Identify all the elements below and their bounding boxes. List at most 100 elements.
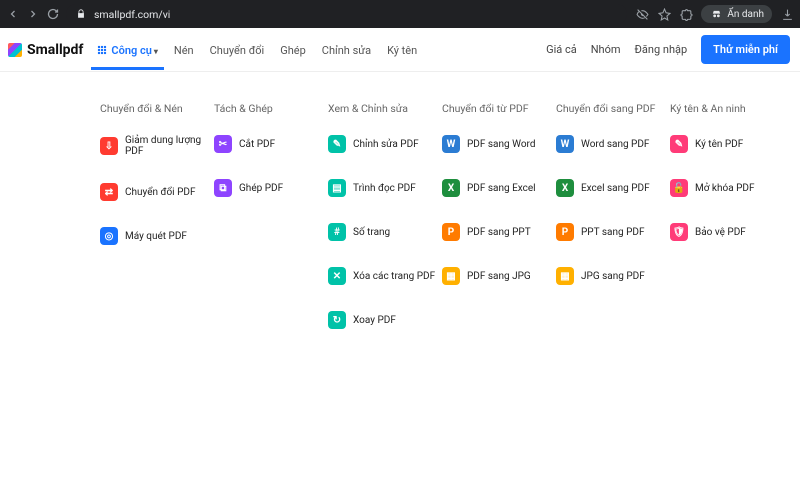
column-header: Chuyển đổi sang PDF xyxy=(556,102,668,115)
column-header: Ký tên & An ninh xyxy=(670,102,782,115)
link-pricing[interactable]: Giá cả xyxy=(546,43,577,56)
tool-item[interactable]: W Word sang PDF xyxy=(556,135,668,153)
tool-item[interactable]: PPPT sang PDF xyxy=(556,223,668,241)
tool-item[interactable]: #Số trang xyxy=(328,223,440,241)
lock-icon xyxy=(74,7,88,21)
tool-item[interactable]: ⇩ Giảm dung lượng PDF xyxy=(100,135,212,157)
back-icon[interactable] xyxy=(6,7,20,21)
tool-item[interactable]: ◎ Máy quét PDF xyxy=(100,227,212,245)
tool-icon: 🛡 xyxy=(670,223,688,241)
tool-item[interactable]: ✎ Ký tên PDF xyxy=(670,135,782,153)
tool-icon: ◎ xyxy=(100,227,118,245)
url-text: smallpdf.com/vi xyxy=(94,8,170,21)
tool-icon: ▦ xyxy=(442,267,460,285)
tool-label: Chuyển đổi PDF xyxy=(125,187,196,198)
nav-tools[interactable]: Công cụ▾ xyxy=(95,30,159,69)
address-bar[interactable]: smallpdf.com/vi xyxy=(66,4,627,24)
tool-item[interactable]: ✕ Xóa các trang PDF xyxy=(328,267,440,285)
tool-label: Word sang PDF xyxy=(581,139,649,150)
nav-compress[interactable]: Nén xyxy=(172,30,196,69)
column-header: Xem & Chỉnh sửa xyxy=(328,102,440,115)
site-header: Smallpdf Công cụ▾ Nén Chuyển đổi Ghép Ch… xyxy=(0,28,800,72)
tool-icon: X xyxy=(556,179,574,197)
cta-trial-button[interactable]: Thử miễn phí xyxy=(701,35,790,64)
tool-item[interactable]: WPDF sang Word xyxy=(442,135,554,153)
tool-label: Bảo vệ PDF xyxy=(695,227,746,238)
tool-icon: ⧉ xyxy=(214,179,232,197)
tool-label: Chỉnh sửa PDF xyxy=(353,139,419,150)
chevron-down-icon: ▾ xyxy=(154,47,158,56)
tools-column: Chuyển đổi sang PDF W Word sang PDF X Excel … xyxy=(556,102,668,355)
tool-label: Xóa các trang PDF xyxy=(353,271,435,282)
brand-logo[interactable]: Smallpdf xyxy=(8,42,83,58)
nav-convert[interactable]: Chuyển đổi xyxy=(208,30,267,69)
tool-label: Excel sang PDF xyxy=(581,183,650,194)
forward-icon[interactable] xyxy=(26,7,40,21)
tool-label: PDF sang PPT xyxy=(467,227,531,238)
tool-item[interactable]: X Excel sang PDF xyxy=(556,179,668,197)
tools-column: Chuyển đổi & Nén ⇩ Giảm dung lượng PDF ⇄ Chu… xyxy=(100,102,212,355)
brand-name: Smallpdf xyxy=(27,42,83,58)
tool-icon: W xyxy=(442,135,460,153)
tools-column: Xem & Chỉnh sửa ✎ Chỉnh sửa PDF ▤ Trình đọc … xyxy=(328,102,440,355)
nav-merge[interactable]: Ghép xyxy=(278,30,308,69)
tool-label: Giảm dung lượng PDF xyxy=(125,135,212,157)
star-icon[interactable] xyxy=(657,7,671,21)
link-login[interactable]: Đăng nhập xyxy=(635,43,688,56)
tool-label: Trình đọc PDF xyxy=(353,183,416,194)
tool-icon: ⇄ xyxy=(100,183,118,201)
tool-icon: 🔓 xyxy=(670,179,688,197)
incognito-icon xyxy=(709,7,723,21)
tool-item[interactable]: ▦JPG sang PDF xyxy=(556,267,668,285)
column-header: Chuyển đổi từ PDF xyxy=(442,102,554,115)
download-icon[interactable] xyxy=(780,7,794,21)
tool-label: Ký tên PDF xyxy=(695,139,743,150)
tool-icon: W xyxy=(556,135,574,153)
tool-label: Máy quét PDF xyxy=(125,231,187,242)
eye-off-icon[interactable] xyxy=(635,7,649,21)
tool-label: Ghép PDF xyxy=(239,183,283,194)
incognito-label: Ẩn danh xyxy=(727,9,764,20)
tool-label: PPT sang PDF xyxy=(581,227,645,238)
tool-icon: ✎ xyxy=(670,135,688,153)
tool-item[interactable]: ✎ Chỉnh sửa PDF xyxy=(328,135,440,153)
tools-column: Chuyển đổi từ PDF WPDF sang Word X PDF sang… xyxy=(442,102,554,355)
tool-label: Cắt PDF xyxy=(239,139,275,150)
tool-item[interactable]: ▦PDF sang JPG xyxy=(442,267,554,285)
tool-icon: X xyxy=(442,179,460,197)
browser-chrome: smallpdf.com/vi Ẩn danh xyxy=(0,0,800,28)
tools-column: Ký tên & An ninh ✎ Ký tên PDF 🔓 Mở khóa PDF 🛡… xyxy=(670,102,782,355)
tool-icon: ⇩ xyxy=(100,137,118,155)
tool-item[interactable]: ✂ Cắt PDF xyxy=(214,135,326,153)
tool-item[interactable]: 🛡 Bảo vệ PDF xyxy=(670,223,782,241)
nav-sign[interactable]: Ký tên xyxy=(385,30,419,69)
tool-icon: ▤ xyxy=(328,179,346,197)
tool-icon: # xyxy=(328,223,346,241)
tool-label: PDF sang Excel xyxy=(467,183,536,194)
link-teams[interactable]: Nhóm xyxy=(591,43,621,56)
column-header: Tách & Ghép xyxy=(214,102,326,115)
tool-item[interactable]: ⧉ Ghép PDF xyxy=(214,179,326,197)
tool-icon: ✂ xyxy=(214,135,232,153)
nav-edit[interactable]: Chỉnh sửa xyxy=(320,30,373,69)
incognito-badge[interactable]: Ẩn danh xyxy=(701,5,772,23)
tool-label: JPG sang PDF xyxy=(581,271,645,282)
grid-icon xyxy=(97,45,107,55)
tool-icon: P xyxy=(442,223,460,241)
tool-item[interactable]: ⇄ Chuyển đổi PDF xyxy=(100,183,212,201)
tool-icon: ✕ xyxy=(328,267,346,285)
header-right: Giá cả Nhóm Đăng nhập Thử miễn phí xyxy=(546,35,790,64)
tool-item[interactable]: X PDF sang Excel xyxy=(442,179,554,197)
tool-item[interactable]: ↻Xoay PDF xyxy=(328,311,440,329)
column-header: Chuyển đổi & Nén xyxy=(100,102,212,115)
tools-column: Tách & Ghép ✂ Cắt PDF ⧉ Ghép PDF xyxy=(214,102,326,355)
tool-icon: ↻ xyxy=(328,311,346,329)
tool-item[interactable]: P PDF sang PPT xyxy=(442,223,554,241)
tool-label: Mở khóa PDF xyxy=(695,183,755,194)
tool-item[interactable]: ▤ Trình đọc PDF xyxy=(328,179,440,197)
tool-item[interactable]: 🔓 Mở khóa PDF xyxy=(670,179,782,197)
reload-icon[interactable] xyxy=(46,7,60,21)
tool-icon: ✎ xyxy=(328,135,346,153)
main-nav: Công cụ▾ Nén Chuyển đổi Ghép Chỉnh sửa K… xyxy=(95,30,419,69)
extensions-icon[interactable] xyxy=(679,7,693,21)
